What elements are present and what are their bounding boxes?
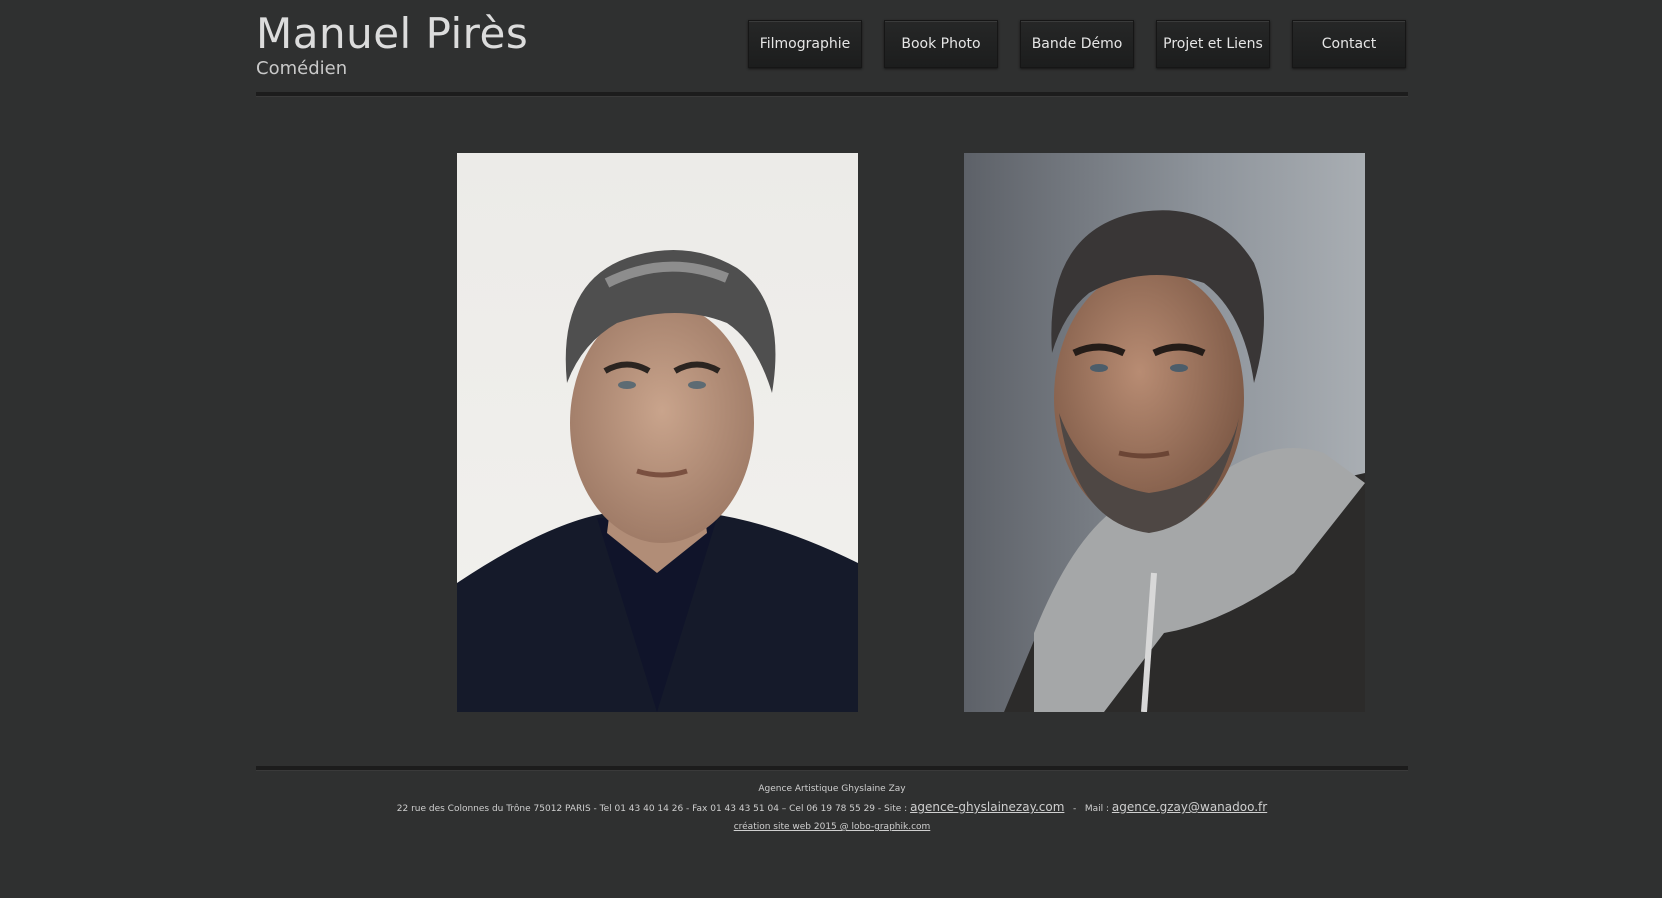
agency-site-link[interactable]: agence-ghyslainezay.com: [910, 800, 1064, 814]
site-credit-link[interactable]: création site web 2015 @ lobo-graphik.co…: [734, 822, 931, 832]
footer-address: 22 rue des Colonnes du Trône 75012 PARIS…: [396, 804, 908, 814]
nav-projet-liens[interactable]: Projet et Liens: [1156, 20, 1270, 68]
site-title[interactable]: Manuel Pirès: [256, 8, 528, 60]
footer-contact-line: 22 rue des Colonnes du Trône 75012 PARIS…: [256, 798, 1408, 818]
footer-divider: [256, 766, 1408, 771]
nav-bande-demo[interactable]: Bande Démo: [1020, 20, 1134, 68]
footer: Agence Artistique Ghyslaine Zay 22 rue d…: [256, 780, 1408, 836]
header-divider: [256, 92, 1408, 97]
site-subtitle: Comédien: [256, 58, 348, 79]
photo-portrait-hoodie-image: [964, 153, 1365, 712]
nav-contact[interactable]: Contact: [1292, 20, 1406, 68]
footer-mail-label: - Mail :: [1067, 804, 1110, 814]
photo-portrait-suit[interactable]: [457, 153, 858, 712]
page-container: Manuel Pirès Comédien Filmographie Book …: [256, 0, 1408, 898]
photo-portrait-hoodie[interactable]: [964, 153, 1365, 712]
agency-mail-link[interactable]: agence.gzay@wanadoo.fr: [1112, 800, 1267, 814]
nav-filmographie[interactable]: Filmographie: [748, 20, 862, 68]
footer-agency: Agence Artistique Ghyslaine Zay: [758, 784, 906, 794]
nav-book-photo[interactable]: Book Photo: [884, 20, 998, 68]
photo-portrait-suit-image: [457, 153, 858, 712]
